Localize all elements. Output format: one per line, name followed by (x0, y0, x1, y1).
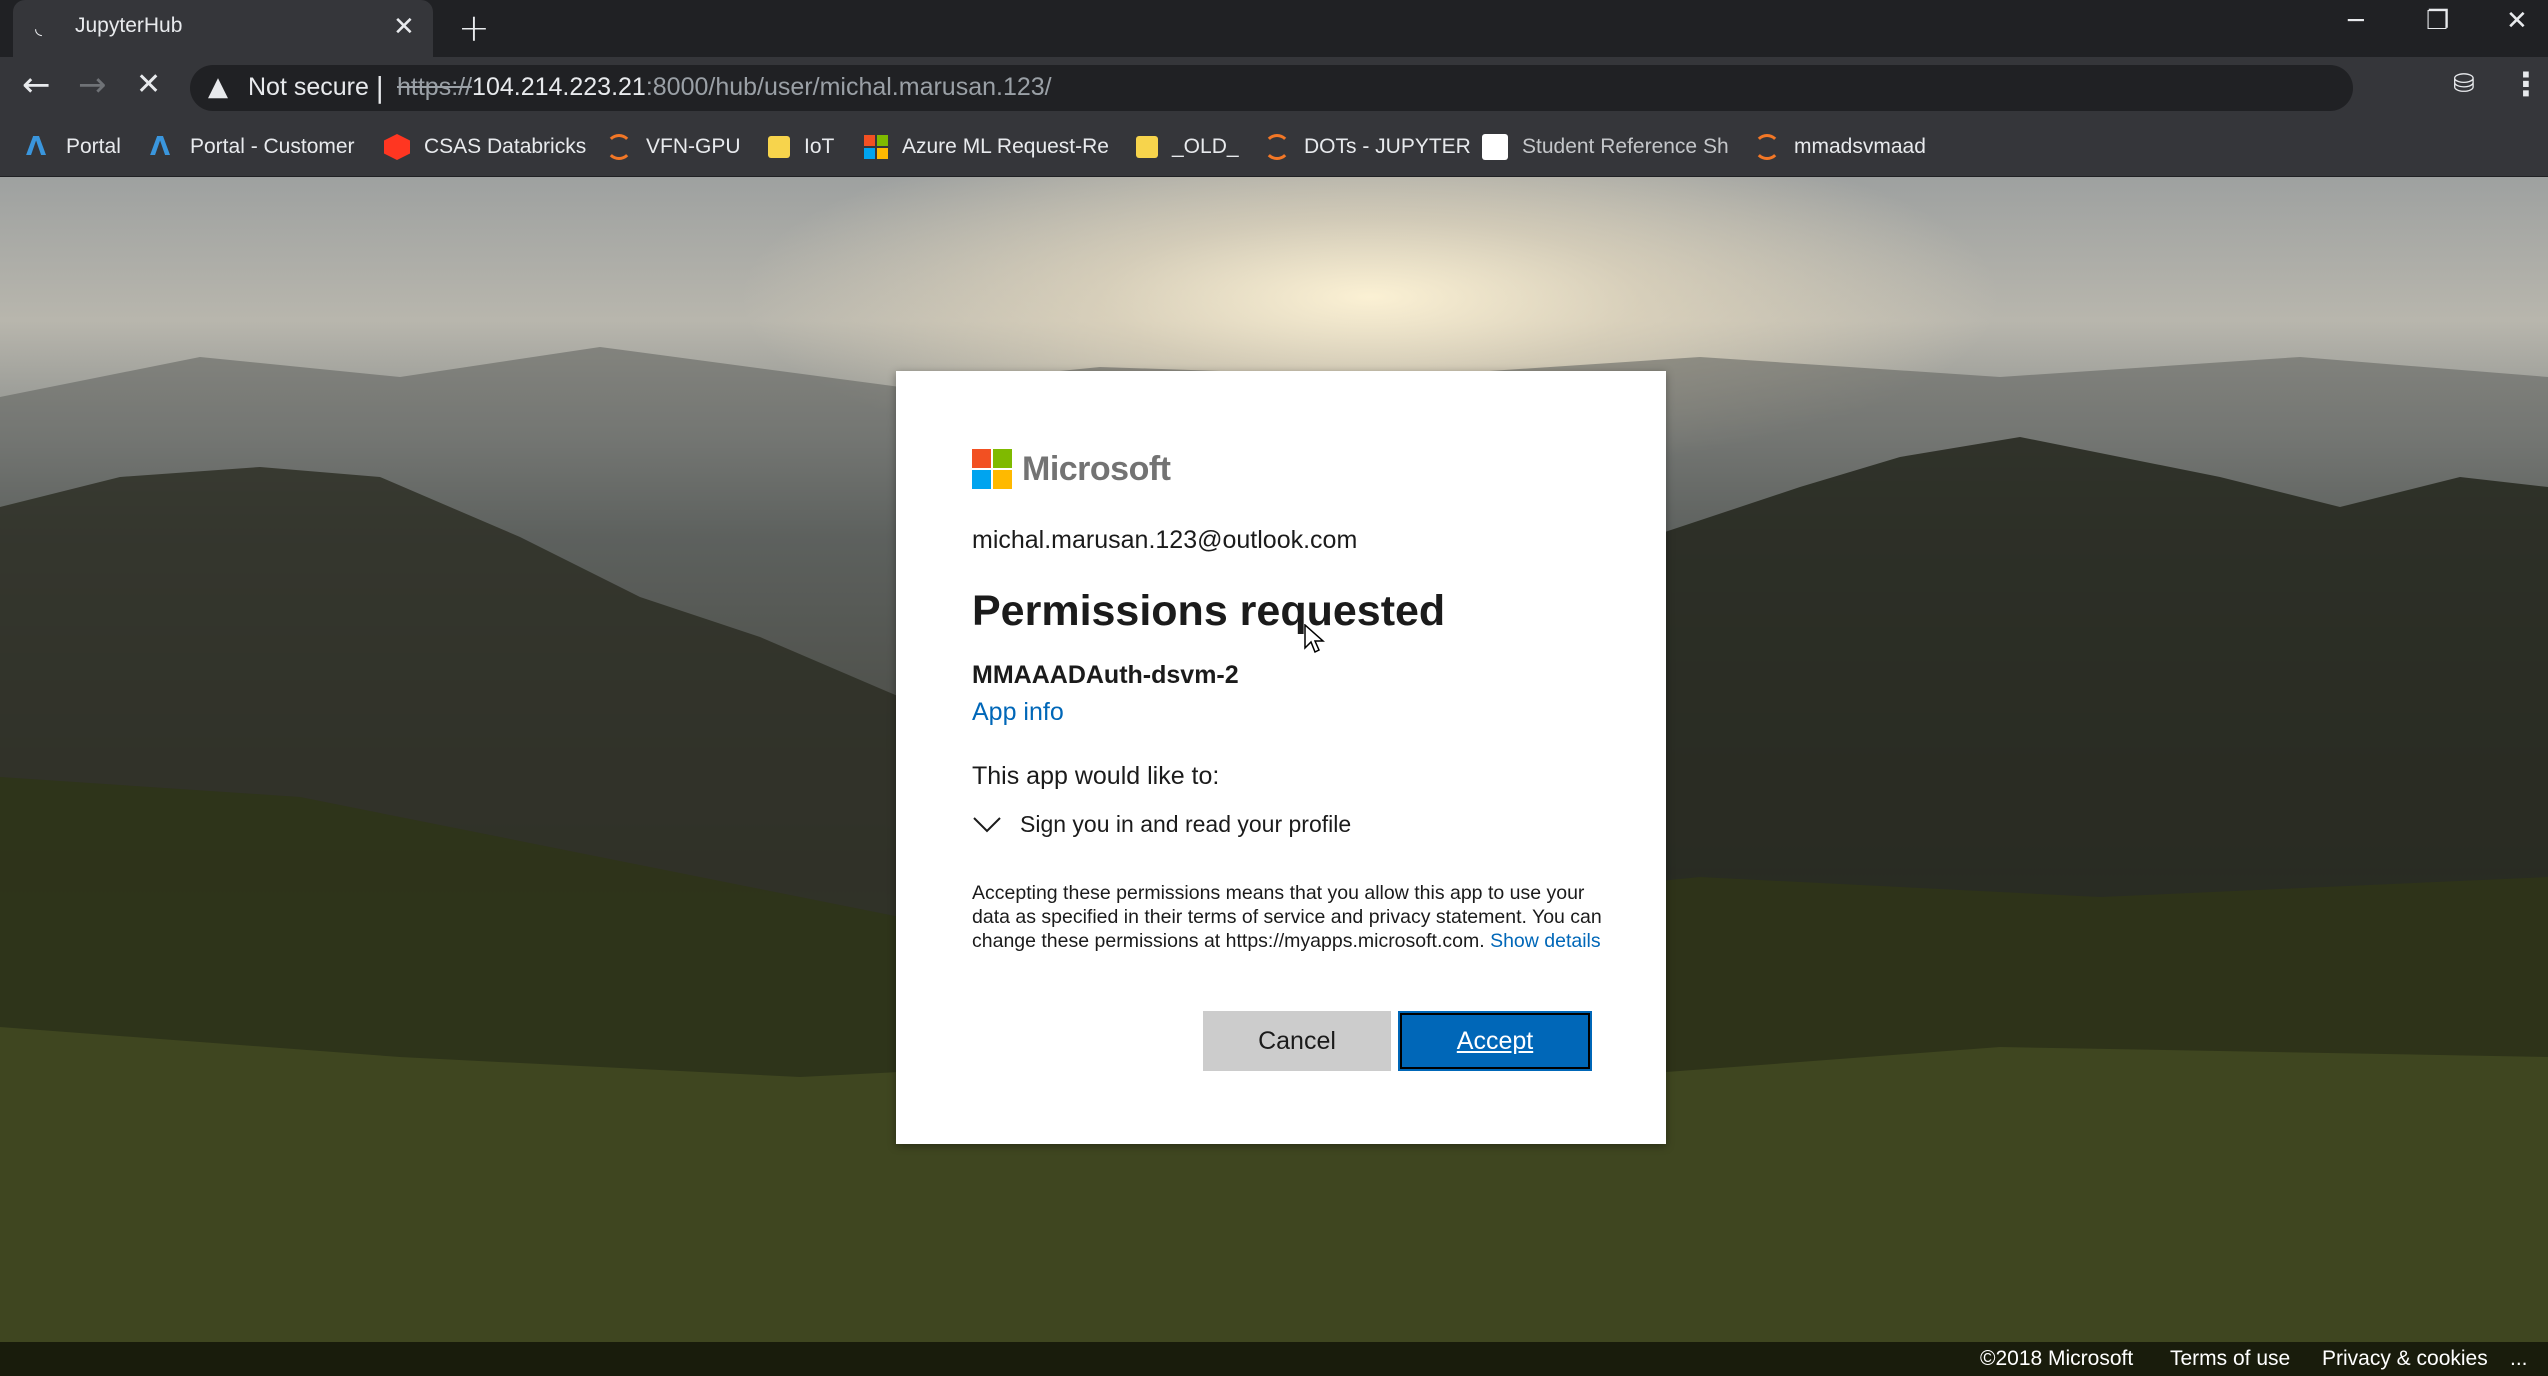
url-host: 104.214.223.21 (472, 73, 646, 101)
page-footer: ©2018 Microsoft Terms of use Privacy & c… (0, 1342, 2548, 1376)
cancel-button[interactable]: Cancel (1203, 1011, 1391, 1071)
back-icon[interactable]: ← (22, 65, 51, 105)
more-options-icon[interactable]: ... (2510, 1347, 2528, 1371)
permission-item[interactable]: Sign you in and read your profile (972, 811, 1351, 838)
app-name: MMAAADAuth-dsvm-2 (972, 661, 1239, 689)
tab-title: JupyterHub (75, 14, 183, 37)
close-tab-icon[interactable]: ✕ (393, 12, 415, 42)
bookmark-mmadsvmaad[interactable]: mmadsvmaad (1754, 132, 1926, 162)
accept-button[interactable]: Accept (1398, 1011, 1592, 1071)
account-email: michal.marusan.123@outlook.com (972, 526, 1358, 554)
stop-loading-icon[interactable]: ✕ (136, 67, 161, 102)
close-window-icon[interactable]: ✕ (2506, 6, 2528, 36)
app-info-link[interactable]: App info (972, 698, 1064, 727)
microsoft-logo: Microsoft (972, 449, 1171, 489)
folder-icon (1136, 136, 1158, 158)
bookmark-azure-ml[interactable]: Azure ML Request-Re (864, 132, 1109, 162)
new-tab-icon[interactable]: + (458, 6, 490, 50)
chevron-down-icon[interactable] (972, 815, 1002, 835)
mouse-cursor-icon (1304, 624, 1325, 654)
bookmarks-bar: ᐱ Portal ᐱ Portal - Customer CSAS Databr… (0, 120, 2548, 177)
bookmark-vfn-gpu[interactable]: VFN-GPU (606, 132, 741, 162)
bookmark-csas-databricks[interactable]: CSAS Databricks (384, 132, 586, 162)
permission-label: Sign you in and read your profile (1020, 811, 1352, 837)
microsoft-logo-icon (972, 449, 1012, 489)
jupyter-icon (606, 134, 632, 160)
bookmark-student-reference[interactable]: Student Reference Sh (1482, 132, 1729, 162)
bookmark-dots-jupyter[interactable]: DOTs - JUPYTER (1264, 132, 1471, 162)
folder-icon (768, 136, 790, 158)
bookmark-iot[interactable]: IoT (768, 132, 834, 162)
browser-toolbar: ← → ✕ ▲ Not secure | https://104.214.223… (0, 57, 2548, 120)
forward-icon[interactable]: → (78, 65, 107, 105)
restore-icon[interactable]: ❐ (2426, 6, 2449, 36)
terms-of-use-link[interactable]: Terms of use (2170, 1347, 2290, 1371)
tab-strip: ◟ JupyterHub ✕ + ─ ❐ ✕ (0, 0, 2548, 57)
address-bar[interactable]: ▲ Not secure | https://104.214.223.21:80… (190, 65, 2353, 111)
azure-icon: ᐱ (150, 132, 171, 162)
tab-jupyterhub[interactable]: ◟ JupyterHub ✕ (13, 0, 433, 57)
warning-icon[interactable]: ▲ (208, 72, 228, 102)
sheet-icon (1482, 134, 1508, 160)
brand-name: Microsoft (1022, 449, 1171, 488)
page-background: Microsoft michal.marusan.123@outlook.com… (0, 177, 2548, 1376)
separator: | (375, 71, 385, 104)
bookmark-old[interactable]: _OLD_ (1136, 132, 1239, 162)
jupyter-icon (1264, 134, 1290, 160)
browser-menu-icon[interactable]: ⋮ (2510, 65, 2542, 103)
page-title: Permissions requested (972, 587, 1446, 635)
jupyter-icon (1754, 134, 1780, 160)
minimize-icon[interactable]: ─ (2348, 6, 2364, 36)
url-path: :8000/hub/user/michal.marusan.123/ (645, 73, 1052, 101)
azure-icon: ᐱ (26, 132, 47, 162)
url-scheme: https:// (397, 73, 473, 101)
bookmark-portal-customer[interactable]: ᐱ Portal - Customer (150, 132, 355, 162)
copyright-text: ©2018 Microsoft (1980, 1347, 2134, 1370)
show-details-link[interactable]: Show details (1490, 930, 1601, 952)
microsoft-icon (864, 135, 888, 159)
security-label[interactable]: Not secure (248, 73, 369, 102)
would-like-label: This app would like to: (972, 762, 1220, 790)
privacy-cookies-link[interactable]: Privacy & cookies (2322, 1347, 2488, 1371)
loading-icon: ◟ (35, 18, 42, 39)
bookmark-portal[interactable]: ᐱ Portal (26, 132, 121, 162)
databricks-icon (384, 134, 410, 160)
permissions-dialog: Microsoft michal.marusan.123@outlook.com… (896, 371, 1666, 1144)
incognito-extension-icon[interactable]: ⛁ (2453, 69, 2475, 99)
legal-text: Accepting these permissions means that y… (972, 881, 1602, 953)
url-text[interactable]: https://104.214.223.21:8000/hub/user/mic… (397, 73, 1052, 102)
